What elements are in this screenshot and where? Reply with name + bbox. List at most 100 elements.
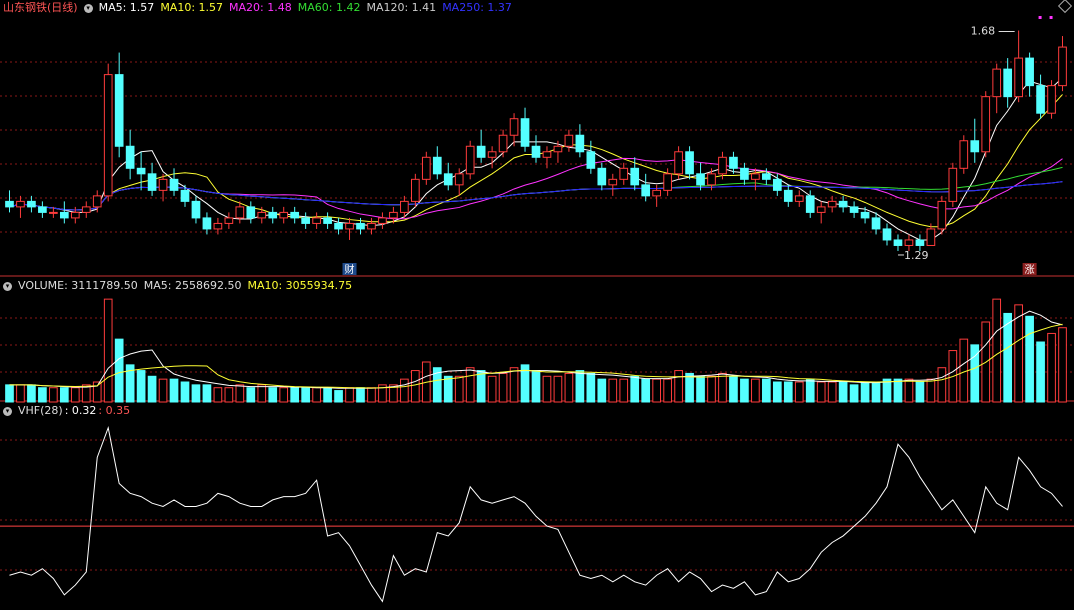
volume-bar [926, 378, 936, 403]
candle-body [674, 151, 683, 175]
candle-body [27, 200, 36, 208]
volume-bar [1047, 332, 1056, 403]
candle-body [882, 228, 892, 241]
volume-bar [411, 370, 420, 403]
ma5-label: MA5: 1.57 [98, 1, 155, 14]
volume-ma5-label: MA5: 2558692.50 [143, 279, 242, 292]
candle-body [981, 96, 991, 153]
vhf-polyline [9, 425, 1063, 603]
volume-bar [27, 384, 36, 403]
volume-bar [345, 387, 354, 403]
candle-body [619, 167, 629, 180]
volume-bar [641, 378, 651, 403]
candle-body [49, 211, 58, 214]
volume-bar [553, 375, 563, 403]
candle-body [345, 222, 354, 230]
candle-body [5, 200, 14, 208]
volume-bar [871, 381, 881, 403]
candle-body [323, 217, 332, 224]
candle-body [158, 178, 168, 191]
candle-body [707, 173, 716, 186]
collapse-icon[interactable]: ▾ [3, 406, 12, 416]
event-marker-zhang: 涨 [1025, 264, 1035, 276]
volume-bar [893, 378, 903, 403]
candle-body [268, 211, 278, 219]
stock-title[interactable]: 山东钢铁(日线) [3, 1, 78, 14]
volume-bar [542, 375, 552, 403]
candle-body [520, 118, 530, 147]
candle-body [235, 206, 245, 219]
volume-bar [696, 375, 705, 403]
volume-bar [1036, 341, 1045, 403]
volume-bars[interactable] [5, 298, 1067, 403]
candle-body [948, 167, 958, 202]
volume-bar [498, 372, 508, 403]
volume-bar [70, 387, 80, 403]
candle-body [751, 173, 760, 180]
volume-bar [92, 381, 102, 403]
volume-bar [685, 372, 694, 403]
volume-bar [356, 387, 365, 403]
volume-bar [707, 375, 716, 403]
candle-body [246, 206, 256, 219]
candle-body [871, 217, 881, 230]
volume-bar [794, 381, 804, 403]
candles[interactable] [5, 30, 1067, 251]
candle-body [652, 189, 661, 197]
volume-bar [619, 378, 629, 403]
candle-body [1047, 85, 1056, 114]
candle-body [827, 200, 837, 208]
volume-bar [147, 375, 157, 403]
signal-dot [1049, 16, 1053, 19]
candle-body [904, 239, 914, 246]
candle-body [1036, 85, 1045, 114]
candle-body [312, 217, 321, 224]
candle-body [685, 151, 694, 175]
candle-body [893, 239, 903, 246]
candle-body [81, 206, 91, 213]
low-price-label: 1.29 [904, 249, 929, 262]
candle-body [421, 156, 431, 180]
candle-body [59, 211, 69, 219]
ma10-label: MA10: 1.57 [160, 1, 224, 14]
candle-body [432, 156, 442, 175]
volume-legend: ▾ VOLUME: 3111789.50 MA5: 2558692.50 MA10: … [3, 278, 358, 294]
candle-body [586, 151, 596, 169]
candle-body [443, 173, 453, 186]
volume-bar [1014, 304, 1023, 403]
volume-bar [312, 387, 321, 403]
volume-bar [718, 372, 727, 403]
high-price-label: 1.68 [971, 25, 996, 38]
volume-bar [301, 387, 310, 403]
candle-body [180, 189, 190, 202]
annotations: 1.68 1.29 财 涨 [342, 16, 1053, 276]
volume-bar [202, 384, 212, 403]
volume-bar [169, 378, 179, 403]
volume-bar [608, 378, 618, 403]
volume-bar [487, 375, 497, 403]
collapse-icon[interactable]: ▾ [83, 3, 93, 13]
candle-body [575, 134, 585, 153]
candle-body [783, 189, 793, 202]
candle-body [191, 200, 201, 219]
volume-bar [586, 372, 596, 403]
candle-body [147, 173, 157, 191]
candle-body [740, 167, 749, 180]
volume-bar [246, 387, 256, 403]
collapse-icon[interactable]: ▾ [3, 281, 12, 291]
kline-chart[interactable]: 1.68 1.29 财 涨 [0, 0, 1074, 610]
candle-body [16, 200, 25, 208]
volume-bar [465, 367, 475, 403]
candle-body [367, 222, 376, 230]
candle-body [718, 156, 727, 175]
ma120-label: MA120: 1.41 [366, 1, 437, 14]
volume-bar [38, 387, 47, 403]
candle-body [334, 222, 343, 230]
ma250-label: MA250: 1.37 [442, 1, 512, 14]
volume-bar [476, 370, 486, 403]
candle-body [860, 211, 870, 219]
candle-body [70, 211, 80, 219]
volume-bar [224, 387, 234, 403]
volume-bar [1025, 315, 1034, 403]
volume-bar [279, 387, 289, 403]
